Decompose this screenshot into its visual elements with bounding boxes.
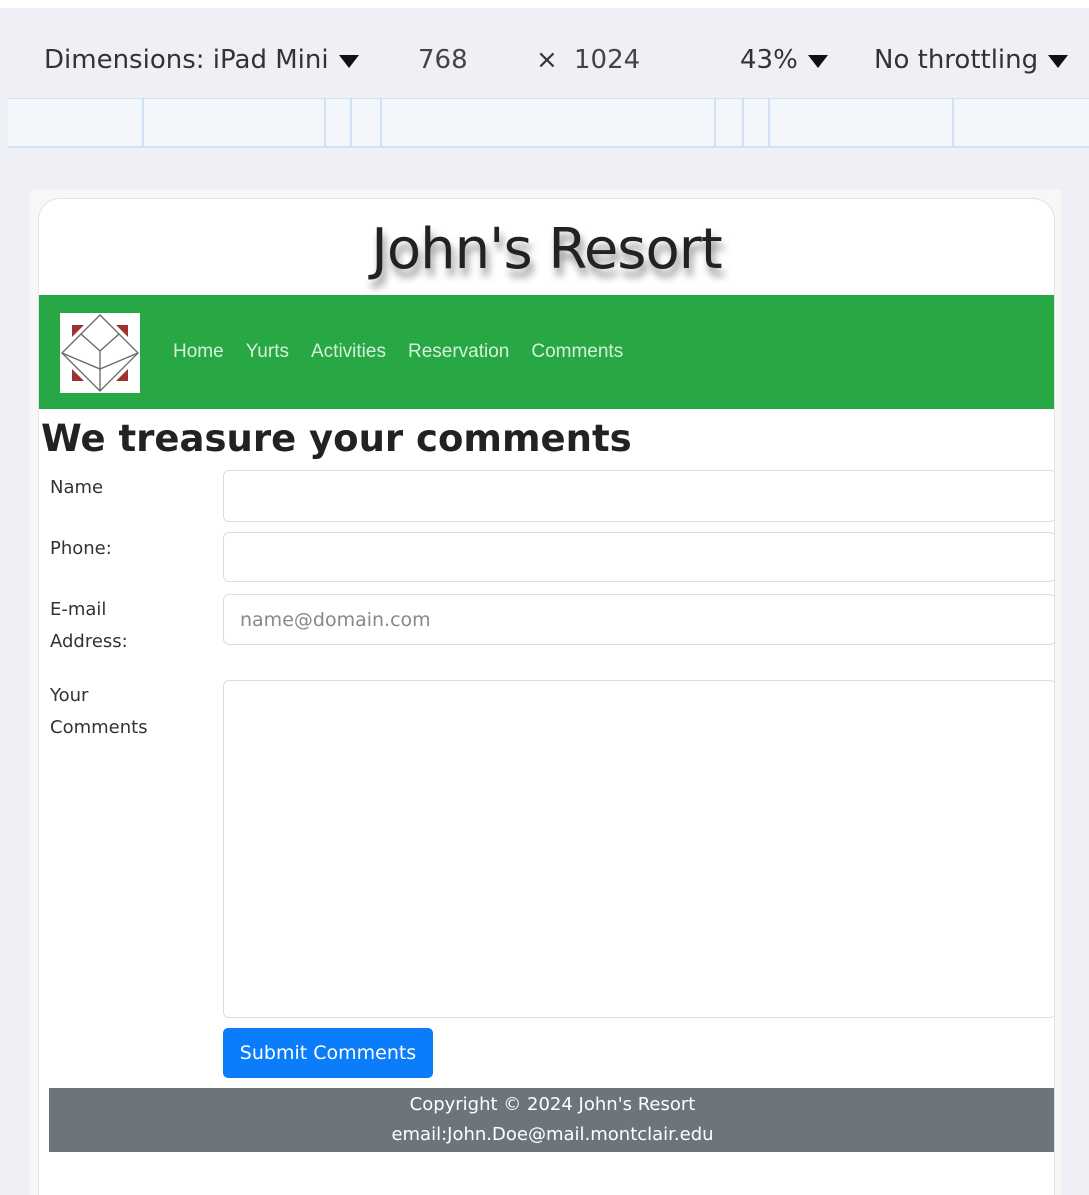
nav-yurts[interactable]: Yurts (246, 341, 289, 363)
dimensions-label: Dimensions: iPad Mini (44, 45, 329, 75)
ruler-tick (714, 99, 716, 147)
footer: Copyright © 2024 John's Resort email:Joh… (49, 1088, 1054, 1152)
zoom-label: 43% (740, 45, 798, 75)
device-viewport: John's Resort Home Yurts Activities Rese… (30, 190, 1061, 1195)
nav-comments[interactable]: Comments (531, 341, 623, 363)
ruler-tick (742, 99, 744, 147)
nav-reservation[interactable]: Reservation (408, 341, 509, 363)
throttling-dropdown[interactable]: No throttling (874, 45, 1069, 75)
comments-label-line1: Your (50, 685, 89, 706)
ruler-tick (952, 99, 954, 147)
caret-down-icon (1048, 54, 1069, 68)
width-input[interactable] (418, 45, 488, 75)
comments-label-line2: Comments (50, 717, 148, 738)
submit-comments-button[interactable]: Submit Comments (223, 1028, 433, 1078)
nav-home[interactable]: Home (173, 341, 224, 363)
ruler-tick (768, 99, 770, 147)
devtools-top-strip (0, 0, 1089, 8)
dimensions-dropdown[interactable]: Dimensions: iPad Mini (44, 45, 359, 75)
ruler-tick (380, 99, 382, 147)
email-label-line2: Address: (50, 631, 128, 652)
site-title: John's Resort (371, 217, 722, 282)
nav-activities[interactable]: Activities (311, 341, 386, 363)
email-field[interactable] (223, 594, 1054, 645)
dimensions-times-symbol: × (536, 45, 558, 75)
zoom-dropdown[interactable]: 43% (740, 45, 828, 75)
throttling-label: No throttling (874, 45, 1039, 75)
ruler-tick (350, 99, 352, 147)
phone-label: Phone: (50, 538, 112, 559)
name-field[interactable] (223, 470, 1054, 522)
name-label: Name (50, 477, 104, 498)
resort-page: John's Resort Home Yurts Activities Rese… (38, 198, 1055, 1195)
nav-links: Home Yurts Activities Reservation Commen… (173, 295, 645, 409)
cube-logo-icon[interactable] (60, 313, 140, 393)
footer-copyright: Copyright © 2024 John's Resort (409, 1094, 696, 1115)
media-query-ruler[interactable] (8, 98, 1089, 148)
email-label: E-mail Address: (50, 594, 210, 658)
footer-email: email:John.Doe@mail.montclair.edu (391, 1124, 714, 1145)
navbar: Home Yurts Activities Reservation Commen… (39, 295, 1054, 409)
email-label-line1: E-mail (50, 599, 107, 620)
comments-label: Your Comments (50, 680, 210, 744)
caret-down-icon (338, 54, 359, 68)
ruler-tick (324, 99, 326, 147)
devtools-device-toolbar: Dimensions: iPad Mini × 43% No throttlin… (8, 22, 1089, 98)
ruler-tick (142, 99, 144, 147)
phone-field[interactable] (223, 532, 1054, 582)
caret-down-icon (807, 54, 828, 68)
height-input[interactable] (574, 45, 654, 75)
page-heading: We treasure your comments (41, 417, 632, 460)
comments-textarea[interactable] (223, 680, 1054, 1018)
